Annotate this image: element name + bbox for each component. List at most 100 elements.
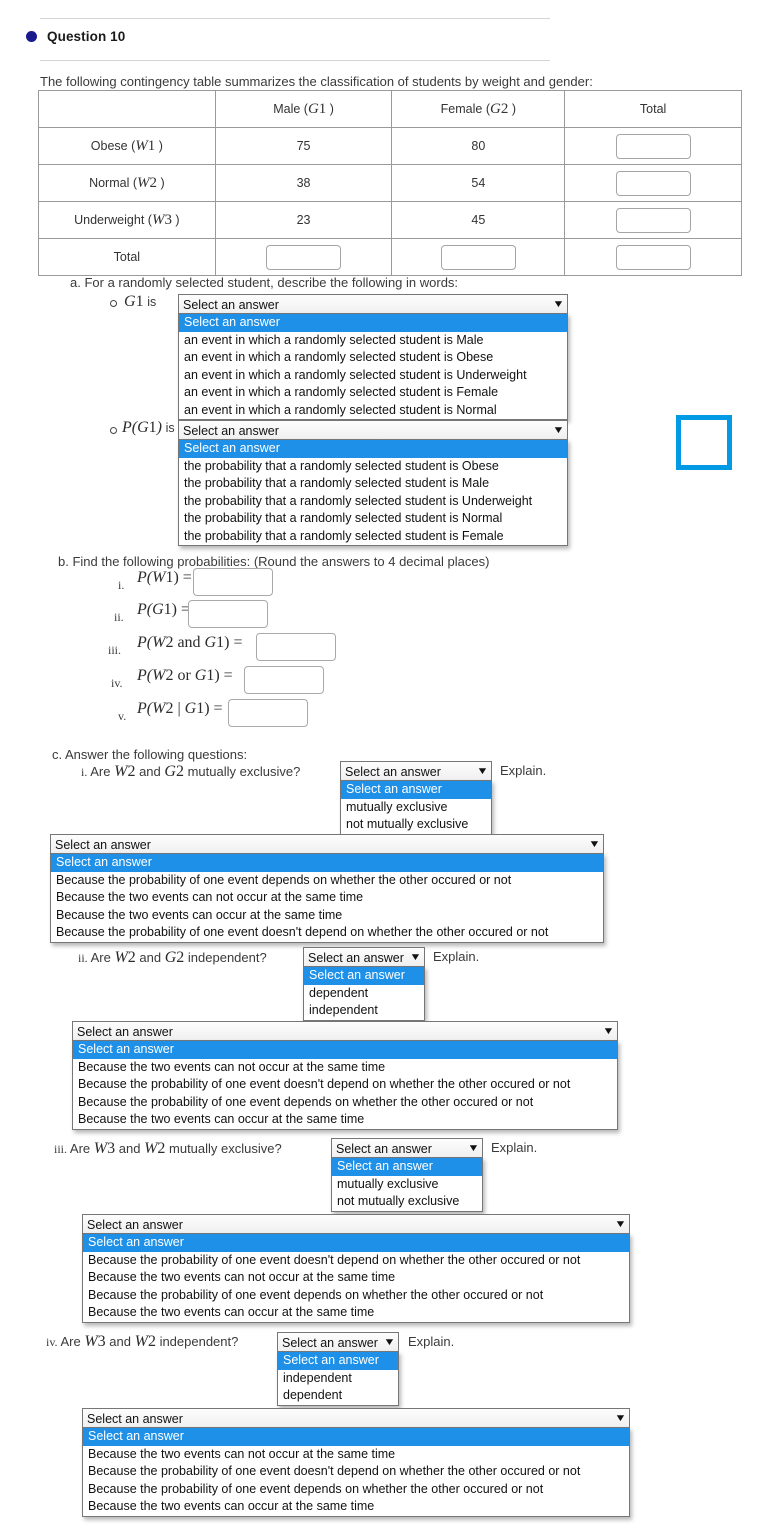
option-item[interactable]: Because the two events can not occur at … <box>83 1269 629 1287</box>
option-item[interactable]: the probability that a randomly selected… <box>179 510 567 528</box>
option-item[interactable]: Select an answer <box>332 1158 482 1176</box>
cell-normal-female: 54 <box>391 164 566 202</box>
option-item[interactable]: Because the probability of one event doe… <box>83 1252 629 1270</box>
table-row: Underweight (W3 ) 23 45 <box>38 201 742 239</box>
option-item[interactable]: Select an answer <box>278 1352 398 1370</box>
option-item[interactable]: Select an answer <box>179 440 567 458</box>
part-c-q4-explain: Explain. <box>408 1334 455 1349</box>
select-a-item2[interactable]: Select an answer ▼ <box>178 420 568 441</box>
option-item[interactable]: Because the two events can not occur at … <box>51 889 603 907</box>
dropdown-a-item2[interactable]: Select an answer the probability that a … <box>178 439 568 546</box>
option-item[interactable]: independent <box>278 1370 398 1388</box>
dropdown-c-q2[interactable]: Select an answer dependent independent <box>303 966 425 1021</box>
select-c-q4-reason[interactable]: Select an answer ▼ <box>82 1408 630 1429</box>
sub-bullet-icon <box>110 427 117 434</box>
input-obese-total[interactable] <box>615 133 691 159</box>
input-p-w1[interactable] <box>193 568 273 596</box>
option-item[interactable]: Select an answer <box>304 967 424 985</box>
col-header-total: Total <box>564 90 742 128</box>
option-item[interactable]: Because the two events can not occur at … <box>83 1446 629 1464</box>
option-item[interactable]: Select an answer <box>73 1041 617 1059</box>
select-c-q4[interactable]: Select an answer ▼ <box>277 1332 399 1353</box>
part-c-q2-text: ii. Are W2 and G2 independent? <box>78 949 267 966</box>
cell-obese-total <box>564 127 742 165</box>
option-item[interactable]: Because the probability of one event dep… <box>83 1481 629 1499</box>
option-item[interactable]: an event in which a randomly selected st… <box>179 332 567 350</box>
option-item[interactable]: Because the probability of one event dep… <box>51 872 603 890</box>
option-item[interactable]: Because the two events can occur at the … <box>51 907 603 925</box>
intro-text: The following contingency table summariz… <box>40 74 593 89</box>
option-item[interactable]: an event in which a randomly selected st… <box>179 349 567 367</box>
select-c-q2-reason[interactable]: Select an answer ▼ <box>72 1021 618 1042</box>
dropdown-c-q4-reason[interactable]: Select an answer Because the two events … <box>82 1427 630 1517</box>
option-item[interactable]: Because the probability of one event doe… <box>83 1463 629 1481</box>
option-item[interactable]: the probability that a randomly selected… <box>179 475 567 493</box>
dropdown-c-q4[interactable]: Select an answer independent dependent <box>277 1351 399 1406</box>
input-underweight-total[interactable] <box>615 207 691 233</box>
option-item[interactable]: an event in which a randomly selected st… <box>179 367 567 385</box>
option-item[interactable]: dependent <box>278 1387 398 1405</box>
dropdown-c-q2-reason[interactable]: Select an answer Because the two events … <box>72 1040 618 1130</box>
part-b-num-ii: ii. <box>114 610 124 624</box>
option-item[interactable]: independent <box>304 1002 424 1020</box>
option-item[interactable]: Because the probability of one event dep… <box>73 1094 617 1112</box>
input-p-w2-or-g1[interactable] <box>244 666 324 694</box>
option-item[interactable]: Because the probability of one event doe… <box>73 1076 617 1094</box>
chevron-down-icon: ▼ <box>614 1413 627 1424</box>
part-a-heading: a. For a randomly selected student, desc… <box>70 275 459 290</box>
dropdown-c-q3-reason[interactable]: Select an answer Because the probability… <box>82 1233 630 1323</box>
dropdown-a-item1[interactable]: Select an answer an event in which a ran… <box>178 313 568 420</box>
option-item[interactable]: an event in which a randomly selected st… <box>179 402 567 420</box>
input-p-g1[interactable] <box>188 600 268 628</box>
input-p-w2-and-g1[interactable] <box>256 633 336 661</box>
table-row: Normal (W2 ) 38 54 <box>38 164 742 202</box>
option-item[interactable]: mutually exclusive <box>332 1176 482 1194</box>
input-total-total[interactable] <box>615 244 691 270</box>
chevron-down-icon: ▼ <box>588 839 601 850</box>
option-item[interactable]: Select an answer <box>83 1234 629 1252</box>
dropdown-c-q1[interactable]: Select an answer mutually exclusive not … <box>340 780 492 835</box>
option-item[interactable]: Because the two events can occur at the … <box>83 1304 629 1322</box>
input-p-w2-given-g1[interactable] <box>228 699 308 727</box>
option-item[interactable]: Select an answer <box>83 1428 629 1446</box>
cell-total-total <box>564 238 742 276</box>
option-item[interactable]: Select an answer <box>179 314 567 332</box>
part-b-num-iii: iii. <box>108 643 122 657</box>
input-total-male[interactable] <box>266 244 342 270</box>
option-item[interactable]: Select an answer <box>51 854 603 872</box>
table-row: Obese (W1 ) 75 80 <box>38 127 742 165</box>
option-item[interactable]: Because the probability of one event dep… <box>83 1287 629 1305</box>
option-item[interactable]: dependent <box>304 985 424 1003</box>
option-item[interactable]: Because the two events can occur at the … <box>73 1111 617 1129</box>
option-item[interactable]: Because the two events can occur at the … <box>83 1498 629 1516</box>
option-item[interactable]: the probability that a randomly selected… <box>179 458 567 476</box>
select-c-q1-reason[interactable]: Select an answer ▼ <box>50 834 604 855</box>
input-total-female[interactable] <box>440 244 516 270</box>
option-item[interactable]: Because the probability of one event doe… <box>51 924 603 942</box>
part-c-q3-text: iii. Are W3 and W2 mutually exclusive? <box>54 1140 282 1157</box>
option-item[interactable]: mutually exclusive <box>341 799 491 817</box>
option-item[interactable]: not mutually exclusive <box>341 816 491 834</box>
option-item[interactable]: the probability that a randomly selected… <box>179 493 567 511</box>
cell-obese-female: 80 <box>391 127 566 165</box>
option-item[interactable]: the probability that a randomly selected… <box>179 528 567 546</box>
option-item[interactable]: not mutually exclusive <box>332 1193 482 1211</box>
select-c-q1[interactable]: Select an answer ▼ <box>340 761 492 782</box>
option-item[interactable]: Select an answer <box>341 781 491 799</box>
select-c-q2[interactable]: Select an answer ▼ <box>303 947 425 968</box>
dropdown-c-q1-reason[interactable]: Select an answer Because the probability… <box>50 853 604 943</box>
chevron-down-icon: ▼ <box>602 1026 615 1037</box>
part-b-num-i: i. <box>118 578 125 592</box>
question-header: Question 10 <box>26 29 125 44</box>
chevron-down-icon: ▼ <box>552 425 565 436</box>
select-c-q3[interactable]: Select an answer ▼ <box>331 1138 483 1159</box>
select-a-item1[interactable]: Select an answer ▼ <box>178 294 568 315</box>
dropdown-c-q3[interactable]: Select an answer mutually exclusive not … <box>331 1157 483 1212</box>
cell-normal-total <box>564 164 742 202</box>
option-item[interactable]: an event in which a randomly selected st… <box>179 384 567 402</box>
select-c-q3-reason[interactable]: Select an answer ▼ <box>82 1214 630 1235</box>
option-item[interactable]: Because the two events can not occur at … <box>73 1059 617 1077</box>
part-b-expr-iii: P(W2 and G1) = <box>137 634 243 651</box>
focus-highlight-square <box>676 415 732 470</box>
input-normal-total[interactable] <box>615 170 691 196</box>
